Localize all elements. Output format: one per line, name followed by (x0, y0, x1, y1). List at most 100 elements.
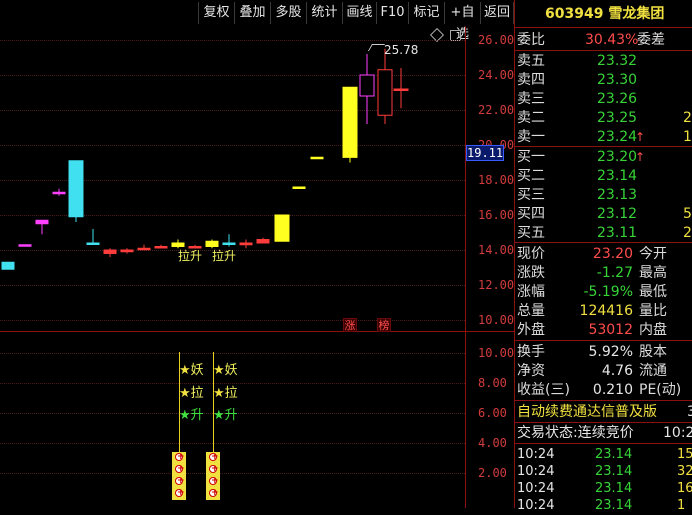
candle-body (377, 69, 393, 116)
indicator-block-glyph: + (177, 452, 185, 462)
indicator-axis-label: 6.00 (478, 406, 507, 420)
order-price: 23.20 (597, 149, 638, 165)
banner-text: 自动续费通达信普及版 (517, 404, 657, 420)
fundamental-stat-row: 净资 4.76 流通 (517, 362, 692, 380)
stock-name: 雪龙集团 (608, 6, 665, 22)
draw-line-button[interactable]: 画线 (342, 2, 376, 24)
order-price: 23.13 (597, 187, 638, 203)
indicator-axis-label: 10.00 (478, 346, 515, 360)
sell-order-row[interactable]: 卖二 23.25 2 (517, 109, 692, 127)
status-value: 连续竞价 (577, 425, 634, 441)
mark-button[interactable]: 标记 (408, 2, 444, 24)
price-axis-label: 16.00 (478, 208, 515, 222)
candle-body (359, 74, 375, 97)
order-level-label: 买四 (517, 206, 545, 222)
indicator-block-icon: + (172, 452, 186, 464)
buy-order-row[interactable]: 买三 23.13 (517, 186, 692, 204)
indicator-block-icon: + (206, 464, 220, 476)
overlay-button[interactable]: 叠加 (234, 2, 270, 24)
order-price: 23.24 (597, 129, 638, 145)
candle-body (292, 186, 306, 189)
statistics-button[interactable]: 统计 (306, 2, 342, 24)
order-level-label: 卖三 (517, 91, 545, 107)
add-favorite-button[interactable]: +自选 (444, 2, 480, 42)
stat-right-label: 最低 (639, 284, 667, 300)
stat-label: 收益(三) (517, 382, 570, 398)
stat-right-label: 流通 (639, 363, 667, 379)
event-tag-bang[interactable]: 榜 (377, 318, 391, 332)
indicator-block-icon: + (206, 488, 220, 500)
candle-body (137, 247, 151, 251)
tick-time: 10:24 (517, 481, 555, 496)
order-price: 23.26 (597, 91, 638, 107)
tick-price: 23.14 (595, 447, 633, 462)
candle-body (239, 242, 253, 246)
order-level-label: 卖四 (517, 72, 545, 88)
tick-volume: 1 (677, 498, 686, 513)
price-axis-label: 22.00 (478, 103, 515, 117)
order-level-label: 卖二 (517, 110, 545, 126)
stat-value: -1.27 (596, 265, 633, 281)
order-price: 23.30 (597, 72, 638, 88)
candle-body (18, 244, 32, 247)
banner-suffix: 3 (687, 404, 692, 420)
candle-body (205, 240, 219, 247)
stat-label: 现价 (517, 246, 545, 262)
indicator-label-sheng-1: ★升 (179, 408, 204, 423)
status-time: 10:24 (663, 425, 692, 441)
price-axis-label: 18.00 (478, 173, 515, 187)
indicator-label-sheng-2: ★升 (213, 408, 238, 423)
candle-body (1, 261, 15, 270)
order-qty: 5 (683, 206, 692, 222)
candle-body (310, 156, 324, 160)
renewal-banner[interactable]: 自动续费通达信普及版 3 (517, 403, 692, 421)
stat-label: 涨跌 (517, 265, 545, 281)
indicator-block-glyph: + (211, 452, 219, 462)
tick-time: 10:24 (517, 447, 555, 462)
tick-row: 10:24 23.14 1 (517, 497, 692, 515)
sell-order-row[interactable]: 卖一 23.24 ↑ 1 (517, 128, 692, 146)
stock-header: 603949 雪龙集团 (545, 5, 664, 23)
candle-label-lasheng-2: 拉升 (212, 249, 237, 263)
current-price-tag: 19.11 (466, 145, 504, 161)
indicator-block-icon: + (172, 476, 186, 488)
indicator-block-icon: + (206, 452, 220, 464)
buy-order-row[interactable]: 买五 23.11 2 (517, 224, 692, 242)
order-level-label: 买五 (517, 225, 545, 241)
candle-body (35, 219, 49, 225)
indicator-label-yao-2: ★妖 (213, 363, 238, 378)
buy-order-row[interactable]: 买二 23.14 (517, 167, 692, 185)
f10-button[interactable]: F10 (376, 2, 408, 24)
event-tag-zhang[interactable]: 涨 (343, 318, 357, 332)
sell-order-row[interactable]: 卖三 23.26 (517, 90, 692, 108)
order-qty: 1 (683, 129, 692, 145)
indicator-axis-label: 4.00 (478, 436, 507, 450)
tick-volume: 15 (677, 447, 692, 462)
stat-value: 124416 (579, 303, 633, 319)
tick-time: 10:24 (517, 498, 555, 513)
order-level-label: 卖五 (517, 53, 545, 69)
multi-stock-button[interactable]: 多股 (270, 2, 306, 24)
stat-value: 23.20 (592, 246, 633, 262)
stat-right-label: 量比 (639, 303, 667, 319)
candle-body (68, 160, 84, 218)
tick-row: 10:24 23.14 32 (517, 463, 692, 481)
candle-body (274, 214, 290, 242)
quote-stat-row: 外盘 53012 内盘 (517, 321, 692, 339)
sell-order-row[interactable]: 卖四 23.30 (517, 71, 692, 89)
tick-volume: 32 (677, 464, 692, 479)
fuquan-button[interactable]: 复权 (198, 2, 234, 24)
back-button[interactable]: 返回 (480, 2, 514, 24)
indicator-gridline (0, 353, 465, 354)
weibi-label: 委比 (517, 32, 545, 48)
indicator-block-glyph: + (211, 476, 219, 486)
order-price: 23.11 (597, 225, 638, 241)
indicator-label-la-1: ★拉 (179, 386, 204, 401)
stat-value: 4.76 (601, 363, 633, 379)
high-price-label: 25.78 (384, 43, 419, 57)
buy-order-row[interactable]: 买一 23.20 ↑ (517, 148, 692, 166)
quote-panel: 603949 雪龙集团 委比 30.43% 委差 卖五 23.32 卖四 23.30 卖… (514, 0, 692, 513)
sell-order-row[interactable]: 卖五 23.32 (517, 52, 692, 70)
stat-label: 总量 (517, 303, 545, 319)
buy-order-row[interactable]: 买四 23.12 5 (517, 205, 692, 223)
